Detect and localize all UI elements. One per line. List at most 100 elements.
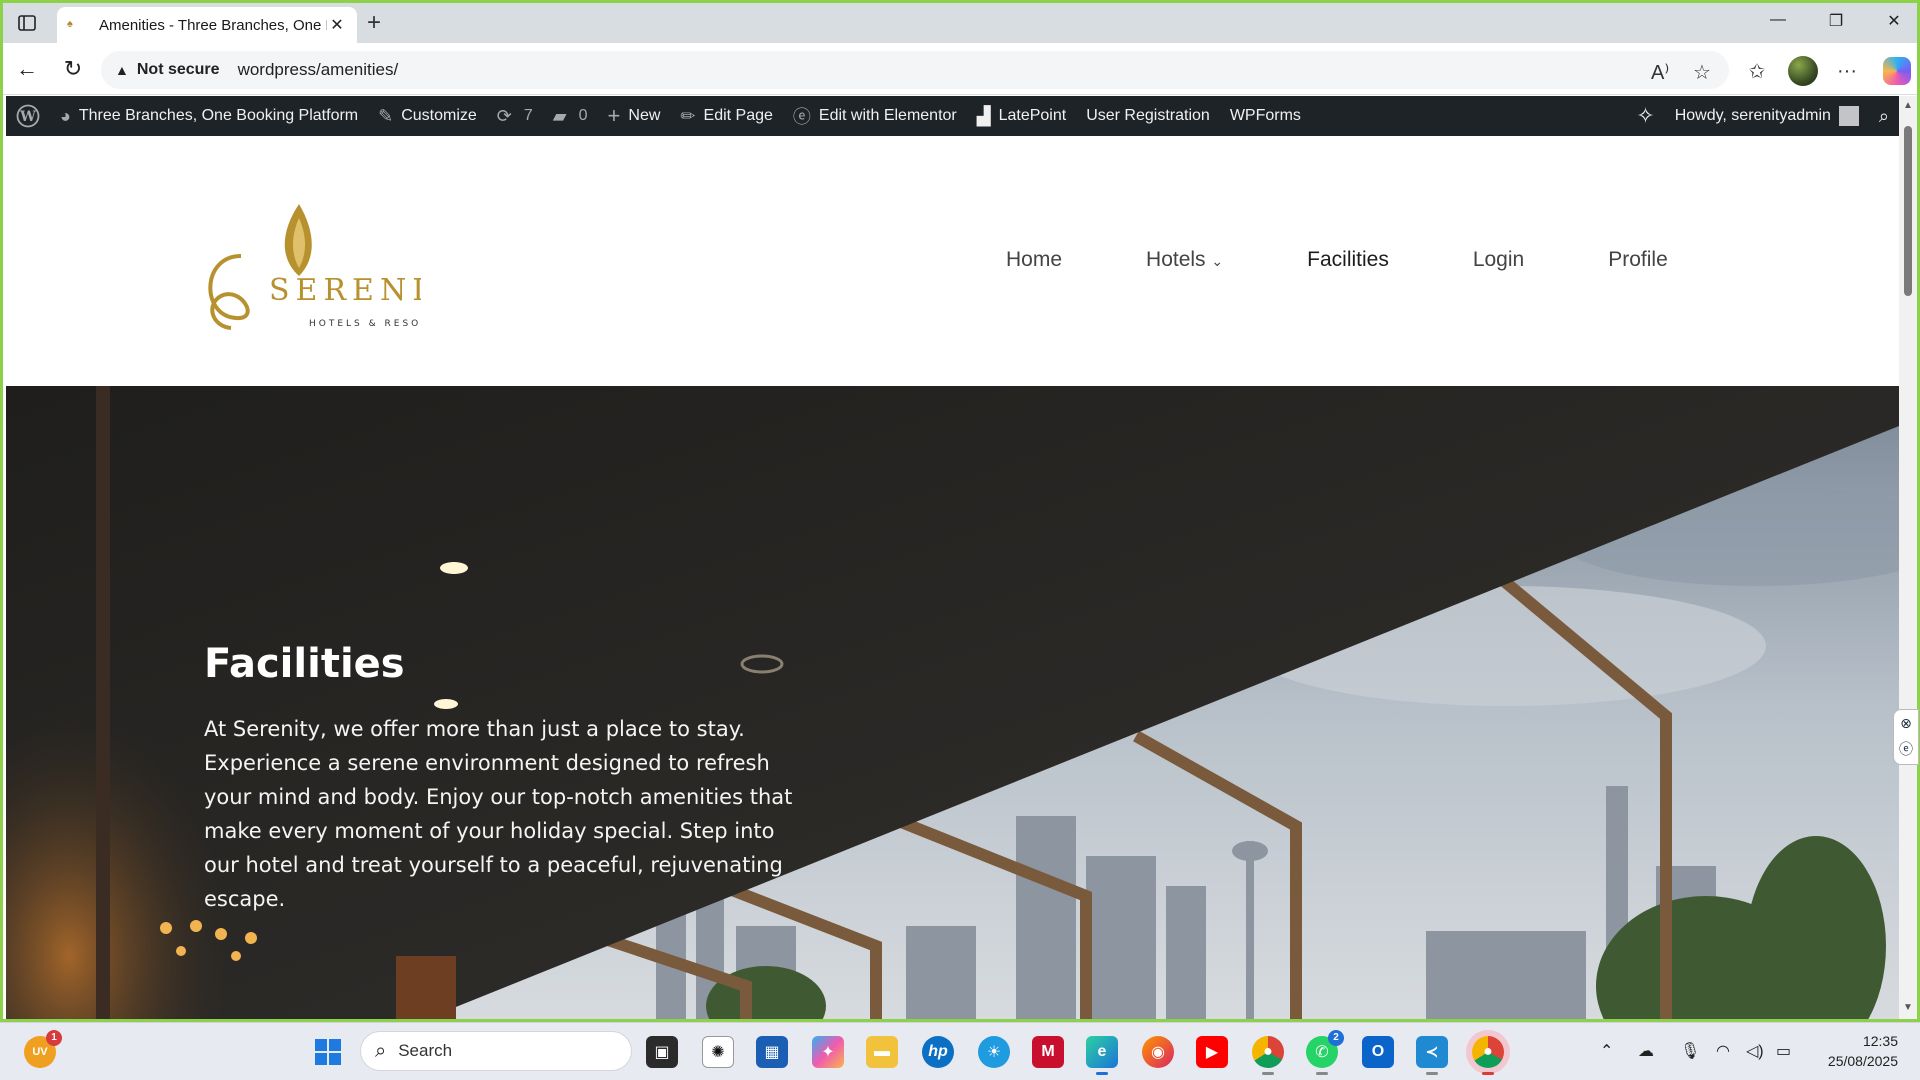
firefox-icon[interactable]: ◉ bbox=[1142, 1036, 1174, 1068]
updates-count: 7 bbox=[523, 107, 533, 124]
clock-time: 12:35 bbox=[1862, 1033, 1898, 1049]
minimize-icon[interactable]: — bbox=[1763, 11, 1793, 35]
wifi-icon[interactable]: ◠ bbox=[1716, 1041, 1730, 1061]
system-clock[interactable]: 12:35 25/08/2025 bbox=[1828, 1031, 1898, 1071]
file-explorer-icon[interactable]: ▬ bbox=[866, 1036, 898, 1068]
nav-hotels[interactable]: Hotels ⌄ bbox=[1146, 248, 1223, 272]
wp-howdy-label: Howdy, serenityadmin bbox=[1674, 107, 1831, 124]
wp-user-registration-label: User Registration bbox=[1086, 107, 1210, 124]
hero-section: Facilities At Serenity, we offer more th… bbox=[6, 386, 1899, 1019]
nav-login[interactable]: Login bbox=[1473, 248, 1524, 272]
refresh-icon[interactable]: ↻ bbox=[59, 55, 87, 83]
edge-icon[interactable]: e bbox=[1086, 1036, 1118, 1075]
nav-home[interactable]: Home bbox=[1006, 248, 1062, 272]
scroll-down-icon[interactable]: ▼ bbox=[1903, 1002, 1913, 1013]
mcafee-icon[interactable]: M bbox=[1032, 1036, 1064, 1068]
scrollbar-thumb[interactable] bbox=[1904, 126, 1912, 296]
elementor-e-icon[interactable]: ⓔ bbox=[1894, 736, 1918, 762]
ai-sparkle-icon[interactable]: ✧ bbox=[1626, 96, 1664, 136]
security-label[interactable]: Not secure bbox=[137, 61, 220, 79]
address-bar[interactable]: ▲ Not secure wordpress/amenities/ A⁾ ☆ bbox=[101, 51, 1729, 89]
battery-icon[interactable]: ▭ bbox=[1776, 1041, 1791, 1061]
show-hidden-icons-icon[interactable]: ⌃ bbox=[1600, 1041, 1613, 1061]
favorites-icon[interactable]: ✩ bbox=[1741, 55, 1773, 87]
task-view-icon[interactable]: ▣ bbox=[646, 1036, 678, 1068]
more-options-icon[interactable]: ··· bbox=[1831, 55, 1863, 87]
copilot-icon[interactable] bbox=[1881, 55, 1913, 87]
weather-app-icon[interactable]: ☀ bbox=[978, 1036, 1010, 1068]
chatgpt-icon[interactable]: ✺ bbox=[702, 1036, 734, 1068]
new-tab-button[interactable]: + bbox=[367, 11, 381, 35]
hero-title: Facilities bbox=[204, 641, 405, 687]
onedrive-icon[interactable]: ☁ bbox=[1638, 1041, 1654, 1061]
address-bar-row: ← ↻ ▲ Not secure wordpress/amenities/ A⁾… bbox=[3, 43, 1917, 95]
wp-new[interactable]: + New bbox=[598, 96, 671, 136]
wp-edit-elementor[interactable]: ⓔ Edit with Elementor bbox=[783, 96, 967, 136]
tab-active[interactable]: ♠ Amenities - Three Branches, One Bookin… bbox=[57, 7, 357, 43]
whatsapp-badge: 2 bbox=[1328, 1030, 1344, 1046]
wp-admin-bar-right: ✧ Howdy, serenityadmin ⌕ bbox=[1626, 96, 1899, 136]
profile-icon[interactable] bbox=[1787, 55, 1819, 87]
wp-comments[interactable]: ▰ 0 bbox=[543, 96, 598, 136]
back-icon[interactable]: ← bbox=[13, 55, 41, 83]
site-logo[interactable]: SERENITY HOTELS & RESORTS bbox=[181, 196, 476, 336]
favorite-star-icon[interactable]: ☆ bbox=[1693, 60, 1711, 85]
windows-start-icon[interactable] bbox=[312, 1036, 344, 1068]
wp-customize[interactable]: ✎ Customize bbox=[368, 96, 487, 136]
wp-search-icon[interactable]: ⌕ bbox=[1869, 96, 1899, 136]
web-page: SERENITY HOTELS & RESORTS Home Hotels ⌄ … bbox=[6, 136, 1899, 1019]
wp-edit-page[interactable]: ✏ Edit Page bbox=[670, 96, 782, 136]
hp-icon[interactable]: hp bbox=[922, 1036, 954, 1068]
logo-subtext: HOTELS & RESORTS bbox=[309, 319, 421, 329]
nav-profile[interactable]: Profile bbox=[1608, 248, 1668, 272]
pencil-icon: ✏ bbox=[680, 105, 696, 126]
hero-description: At Serenity, we offer more than just a p… bbox=[204, 717, 793, 911]
elementor-icon: ⓔ bbox=[792, 107, 811, 127]
chevron-down-icon: ⌄ bbox=[1211, 253, 1224, 269]
microsoft-store-icon[interactable]: ▦ bbox=[756, 1036, 788, 1068]
wp-latepoint-label: LatePoint bbox=[998, 107, 1067, 124]
wp-updates[interactable]: ⟳ 7 bbox=[487, 96, 543, 136]
restore-icon[interactable]: ❐ bbox=[1821, 11, 1851, 35]
nav-facilities[interactable]: Facilities bbox=[1307, 248, 1389, 272]
chrome-icon[interactable]: ● bbox=[1252, 1036, 1284, 1075]
close-tab-icon[interactable]: ✕ bbox=[327, 15, 347, 35]
wp-latepoint[interactable]: ▟ LatePoint bbox=[967, 96, 1076, 136]
search-placeholder: Search bbox=[398, 1041, 453, 1060]
logo-text: SERENITY bbox=[269, 273, 421, 308]
site-favicon-icon: ♠ bbox=[67, 18, 73, 30]
browser-window: ♠ Amenities - Three Branches, One Bookin… bbox=[0, 0, 1920, 1022]
wp-howdy[interactable]: Howdy, serenityadmin bbox=[1665, 96, 1869, 136]
hero-background-image bbox=[6, 386, 1899, 1019]
read-aloud-icon[interactable]: A⁾ bbox=[1651, 60, 1669, 85]
close-window-icon[interactable]: ✕ bbox=[1879, 11, 1909, 35]
youtube-icon[interactable]: ▶ bbox=[1196, 1036, 1228, 1068]
chrome-profile-icon[interactable]: ● bbox=[1472, 1036, 1504, 1075]
wp-site-name[interactable]: ◕ Three Branches, One Booking Platform bbox=[50, 96, 368, 136]
microphone-icon[interactable]: 🎙 bbox=[1680, 1041, 1700, 1061]
vscode-icon[interactable]: ≺ bbox=[1416, 1036, 1448, 1075]
copilot-app-icon[interactable]: ✦ bbox=[812, 1036, 844, 1068]
weather-widget[interactable]: UV 1 bbox=[24, 1030, 62, 1068]
wp-edit-page-label: Edit Page bbox=[703, 107, 773, 124]
wp-wpforms[interactable]: WPForms bbox=[1220, 96, 1311, 136]
latepoint-icon: ▟ bbox=[976, 105, 991, 126]
close-circle-icon[interactable]: ⊗ bbox=[1894, 710, 1918, 736]
wp-new-label: New bbox=[628, 107, 661, 124]
url-text[interactable]: wordpress/amenities/ bbox=[238, 60, 399, 80]
volume-icon[interactable]: ◁) bbox=[1746, 1041, 1764, 1061]
main-navigation: Home Hotels ⌄ Facilities Login Profile bbox=[1006, 248, 1752, 272]
wordpress-logo-icon[interactable]: W bbox=[6, 96, 50, 136]
outlook-icon[interactable]: O bbox=[1362, 1036, 1394, 1068]
scroll-up-icon[interactable]: ▲ bbox=[1903, 100, 1913, 111]
whatsapp-icon[interactable]: ✆ 2 bbox=[1306, 1030, 1344, 1075]
warning-icon[interactable]: ▲ bbox=[115, 62, 129, 78]
wp-user-registration[interactable]: User Registration bbox=[1076, 96, 1220, 136]
windows-taskbar: UV 1 ⌕ Search ▣ ✺ ▦ ✦ ▬ hp ☀ M e ◉ ▶ ● ✆… bbox=[0, 1022, 1920, 1080]
wp-edit-elementor-label: Edit with Elementor bbox=[818, 107, 957, 124]
page-scrollbar[interactable]: ▲ ▼ bbox=[1899, 96, 1917, 1019]
wp-wpforms-label: WPForms bbox=[1229, 107, 1301, 124]
sidebar-toggle-icon[interactable] bbox=[15, 11, 39, 35]
taskbar-search[interactable]: ⌕ Search bbox=[360, 1031, 632, 1071]
wp-customize-label: Customize bbox=[401, 107, 477, 124]
